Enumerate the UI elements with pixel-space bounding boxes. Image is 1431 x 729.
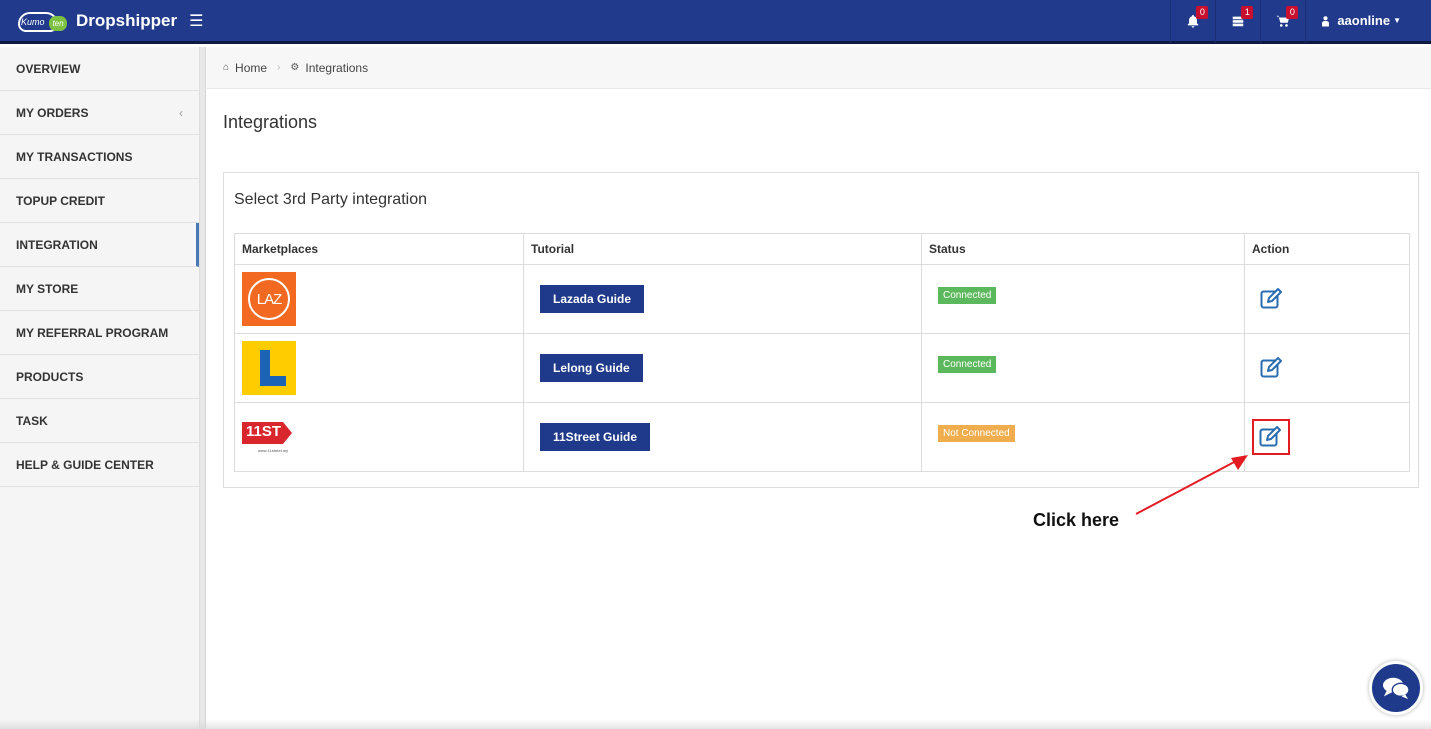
lelong-logo [242,341,296,395]
logo-ten-text: ten [49,15,67,31]
tutorial-cell: Lazada Guide [523,264,922,334]
cogs-icon: ⚙ [290,62,300,73]
sidebar-item-my-referral-program[interactable]: MY REFERRAL PROGRAM [0,311,199,355]
sidebar-item-label: MY TRANSACTIONS [16,149,133,164]
marketplace-cell [234,333,524,403]
marketplace-cell: LAZ [234,264,524,334]
live-chat-button[interactable] [1369,661,1423,715]
sidebar-item-label: TASK [16,413,48,428]
action-cell [1244,264,1410,334]
status-badge: Connected [938,286,997,304]
tutorial-cell: Lelong Guide [523,333,922,403]
action-cell [1244,402,1410,472]
11street-guide-button[interactable]: 11Street Guide [540,423,651,451]
table-row: Lelong Guide Connected [234,333,1410,403]
panel-title: Select 3rd Party integration [234,191,427,208]
user-menu[interactable]: aaonline ▼ [1305,0,1431,43]
edit-icon[interactable] [1259,425,1283,447]
status-cell: Connected [921,264,1245,334]
messages-button[interactable]: 1 [1215,0,1260,43]
sidebar-item-products[interactable]: PRODUCTS [0,355,199,399]
sidebar-item-label: PRODUCTS [16,369,84,384]
sidebar-item-label: OVERVIEW [16,61,81,76]
table-header-row: Marketplaces Tutorial Status Action [234,233,1410,265]
sidebar-item-my-orders[interactable]: MY ORDERS ‹ [0,91,199,135]
chat-bubbles-icon [1383,677,1410,700]
integration-panel: Select 3rd Party integration Marketplace… [223,172,1419,488]
sidebar-resize-handle[interactable] [200,47,206,729]
sidebar-item-my-store[interactable]: MY STORE [0,267,199,311]
11street-logo-text: 11ST [246,423,282,440]
edit-icon[interactable] [1260,287,1284,309]
notifications-button[interactable]: 0 [1170,0,1215,43]
column-header-tutorial: Tutorial [523,233,922,265]
column-header-status: Status [921,233,1245,265]
lazada-logo: LAZ [242,272,296,326]
edit-icon[interactable] [1260,356,1284,378]
tutorial-cell: 11Street Guide [523,402,922,472]
sidebar: OVERVIEW MY ORDERS ‹ MY TRANSACTIONS TOPU… [0,47,200,729]
breadcrumb: ⌂ Home › ⚙ Integrations [207,47,1431,89]
column-header-marketplaces: Marketplaces [234,233,524,265]
cart-button[interactable]: 0 [1260,0,1305,43]
sidebar-item-label: MY ORDERS [16,105,89,120]
top-navbar: Kumo ten Dropshipper ☰ 0 1 0 aaonline ▼ [0,0,1431,44]
annotation-arrow-icon [1135,455,1248,515]
lazada-logo-text: LAZ [248,278,290,320]
sidebar-item-help-guide-center[interactable]: HELP & GUIDE CENTER [0,443,199,487]
sidebar-item-label: HELP & GUIDE CENTER [16,457,154,472]
sidebar-item-label: MY STORE [16,281,79,296]
integrations-table: Marketplaces Tutorial Status Action LAZ … [234,233,1410,472]
sidebar-item-label: TOPUP CREDIT [16,193,105,208]
sidebar-item-my-transactions[interactable]: MY TRANSACTIONS [0,135,199,179]
brand[interactable]: Kumo ten Dropshipper ☰ [0,0,205,43]
sidebar-item-topup-credit[interactable]: TOPUP CREDIT [0,179,199,223]
chevron-left-icon: ‹ [179,105,183,120]
logo-kumo-text: Kumo [21,16,45,27]
11street-logo-url: www.11street.my [258,448,289,453]
sidebar-item-integration[interactable]: INTEGRATION [0,223,199,267]
sidebar-item-label: MY REFERRAL PROGRAM [16,325,169,340]
status-cell: Connected [921,333,1245,403]
marketplace-cell: 11ST www.11street.my [234,402,524,472]
messages-count-badge: 1 [1241,5,1254,19]
breadcrumb-home-link[interactable]: Home [235,61,267,75]
user-icon [1322,15,1330,26]
lazada-guide-button[interactable]: Lazada Guide [540,285,645,313]
brand-name: Dropshipper [76,10,178,30]
breadcrumb-separator-icon: › [277,62,281,73]
breadcrumb-current: Integrations [305,60,369,75]
status-badge: Connected [938,355,997,373]
annotation-click-here: Click here [1033,510,1120,530]
page-title: Integrations [223,112,318,132]
action-cell [1244,333,1410,403]
sidebar-item-task[interactable]: TASK [0,399,199,443]
column-header-action: Action [1244,233,1410,265]
table-row: LAZ Lazada Guide Connected [234,264,1410,334]
notifications-count-badge: 0 [1196,5,1209,19]
sidebar-item-label: INTEGRATION [16,237,98,252]
status-badge: Not Connected [938,424,1015,442]
bottom-fade [0,719,1431,729]
cart-count-badge: 0 [1286,5,1299,19]
11street-logo: 11ST www.11street.my [242,410,296,464]
home-icon: ⌂ [223,62,230,73]
sidebar-item-overview[interactable]: OVERVIEW [0,47,199,91]
chevron-down-icon: ▼ [1393,16,1401,25]
kumoten-logo: Kumo ten [18,10,70,32]
hamburger-menu-icon[interactable]: ☰ [189,11,203,31]
lelong-guide-button[interactable]: Lelong Guide [540,354,643,382]
username-label: aaonline [1337,13,1391,28]
